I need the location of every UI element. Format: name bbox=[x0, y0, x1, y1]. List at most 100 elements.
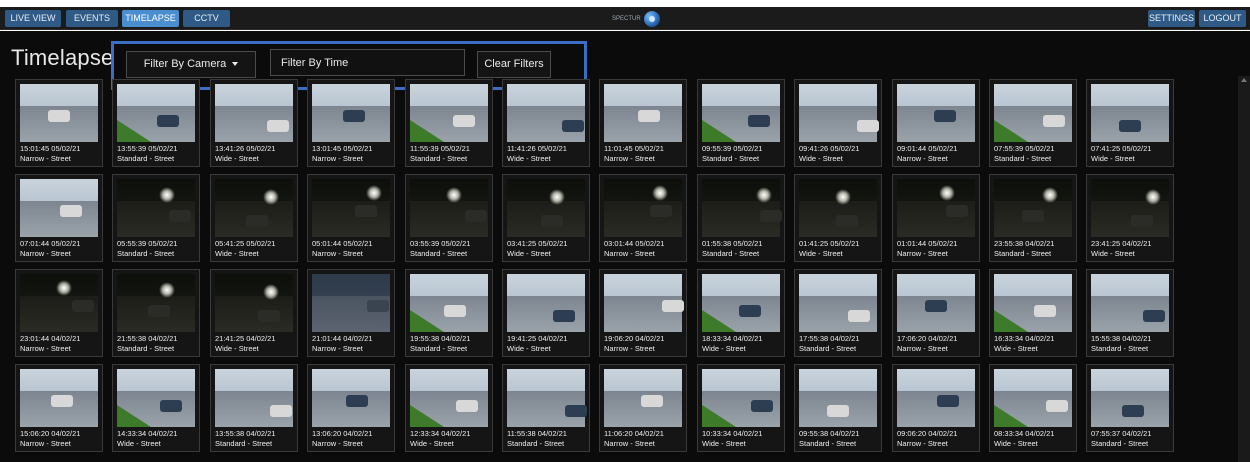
tab-events[interactable]: EVENTS bbox=[66, 10, 118, 27]
timelapse-thumbnail[interactable]: 12:33:34 04/02/21 Wide - Street bbox=[405, 364, 493, 452]
camera-snapshot-image bbox=[507, 179, 585, 237]
timelapse-thumbnail[interactable]: 05:41:25 05/02/21 Wide - Street bbox=[210, 174, 298, 262]
timelapse-thumbnail[interactable]: 23:41:25 04/02/21 Wide - Street bbox=[1086, 174, 1174, 262]
clear-filters-button[interactable]: Clear Filters bbox=[477, 51, 551, 78]
thumbnail-camera-name: Wide - Street bbox=[994, 344, 1038, 353]
camera-snapshot-image bbox=[410, 369, 488, 427]
timelapse-thumbnail[interactable]: 05:55:39 05/02/21 Standard - Street bbox=[112, 174, 200, 262]
timelapse-thumbnail[interactable]: 19:41:25 04/02/21 Wide - Street bbox=[502, 269, 590, 357]
thumbnail-camera-name: Standard - Street bbox=[117, 249, 175, 258]
timelapse-thumbnail[interactable]: 01:55:38 05/02/21 Standard - Street bbox=[697, 174, 785, 262]
tab-live-view[interactable]: LIVE VIEW bbox=[5, 10, 61, 27]
thumbnail-timestamp: 07:41:25 05/02/21 bbox=[1091, 144, 1152, 153]
timelapse-thumbnail[interactable]: 07:41:25 05/02/21 Wide - Street bbox=[1086, 79, 1174, 167]
timelapse-thumbnail[interactable]: 09:55:38 04/02/21 Standard - Street bbox=[794, 364, 882, 452]
thumbnail-camera-name: Standard - Street bbox=[1091, 344, 1149, 353]
thumbnail-camera-name: Narrow - Street bbox=[312, 154, 363, 163]
thumbnail-timestamp: 23:41:25 04/02/21 bbox=[1091, 239, 1152, 248]
timelapse-thumbnail[interactable]: 05:01:44 05/02/21 Narrow - Street bbox=[307, 174, 395, 262]
thumbnail-timestamp: 17:06:20 04/02/21 bbox=[897, 334, 958, 343]
thumbnail-timestamp: 05:41:25 05/02/21 bbox=[215, 239, 276, 248]
logout-button[interactable]: LOGOUT bbox=[1199, 10, 1246, 27]
timelapse-thumbnail[interactable]: 15:01:45 05/02/21 Narrow - Street bbox=[15, 79, 103, 167]
timelapse-grid: 15:01:45 05/02/21 Narrow - Street 13:55:39… bbox=[15, 79, 1175, 462]
timelapse-thumbnail[interactable]: 13:01:45 05/02/21 Narrow - Street bbox=[307, 79, 395, 167]
timelapse-thumbnail[interactable]: 23:01:44 04/02/21 Narrow - Street bbox=[15, 269, 103, 357]
tab-cctv[interactable]: CCTV bbox=[183, 10, 230, 27]
thumbnail-timestamp: 09:55:39 05/02/21 bbox=[702, 144, 763, 153]
brand-globe-icon bbox=[643, 11, 660, 27]
timelapse-thumbnail[interactable]: 21:01:44 04/02/21 Narrow - Street bbox=[307, 269, 395, 357]
timelapse-thumbnail[interactable]: 11:01:45 05/02/21 Narrow - Street bbox=[599, 79, 687, 167]
scroll-up-arrow-icon[interactable] bbox=[1241, 78, 1247, 82]
thumbnail-camera-name: Standard - Street bbox=[994, 154, 1052, 163]
timelapse-thumbnail[interactable]: 13:06:20 04/02/21 Narrow - Street bbox=[307, 364, 395, 452]
timelapse-thumbnail[interactable]: 09:55:39 05/02/21 Standard - Street bbox=[697, 79, 785, 167]
page-title: Timelapse bbox=[11, 45, 114, 70]
tab-timelapse[interactable]: TIMELAPSE bbox=[122, 10, 179, 27]
camera-snapshot-image bbox=[215, 369, 293, 427]
camera-snapshot-image bbox=[1091, 179, 1169, 237]
camera-snapshot-image bbox=[799, 84, 879, 142]
timelapse-thumbnail[interactable]: 16:33:34 04/02/21 Wide - Street bbox=[989, 269, 1077, 357]
thumbnail-camera-name: Standard - Street bbox=[799, 439, 857, 448]
timelapse-thumbnail[interactable]: 07:01:44 05/02/21 Narrow - Street bbox=[15, 174, 103, 262]
thumbnail-timestamp: 13:55:38 04/02/21 bbox=[215, 429, 276, 438]
thumbnail-camera-name: Standard - Street bbox=[702, 154, 760, 163]
timelapse-thumbnail[interactable]: 13:55:39 05/02/21 Standard - Street bbox=[112, 79, 200, 167]
thumbnail-camera-name: Wide - Street bbox=[117, 439, 161, 448]
thumbnail-camera-name: Wide - Street bbox=[702, 439, 746, 448]
filter-by-camera-dropdown[interactable]: Filter By Camera bbox=[126, 51, 256, 78]
thumbnail-camera-name: Standard - Street bbox=[410, 154, 468, 163]
thumbnail-timestamp: 01:01:44 05/02/21 bbox=[897, 239, 958, 248]
timelapse-thumbnail[interactable]: 11:55:38 04/02/21 Standard - Street bbox=[502, 364, 590, 452]
timelapse-thumbnail[interactable]: 10:33:34 04/02/21 Wide - Street bbox=[697, 364, 785, 452]
thumbnail-timestamp: 07:55:37 04/02/21 bbox=[1091, 429, 1152, 438]
vertical-scrollbar[interactable] bbox=[1238, 76, 1250, 462]
timelapse-thumbnail[interactable]: 23:55:38 04/02/21 Standard - Street bbox=[989, 174, 1077, 262]
thumbnail-camera-name: Wide - Street bbox=[702, 344, 746, 353]
timelapse-thumbnail[interactable]: 17:55:38 04/02/21 Standard - Street bbox=[794, 269, 882, 357]
timelapse-thumbnail[interactable]: 08:33:34 04/02/21 Wide - Street bbox=[989, 364, 1077, 452]
timelapse-thumbnail[interactable]: 01:41:25 05/02/21 Wide - Street bbox=[794, 174, 882, 262]
timelapse-thumbnail[interactable]: 11:41:26 05/02/21 Wide - Street bbox=[502, 79, 590, 167]
timelapse-thumbnail[interactable]: 21:55:38 04/02/21 Standard - Street bbox=[112, 269, 200, 357]
camera-snapshot-image bbox=[604, 274, 684, 332]
timelapse-thumbnail[interactable]: 07:55:37 04/02/21 Standard - Street bbox=[1086, 364, 1174, 452]
thumbnail-camera-name: Narrow - Street bbox=[20, 344, 71, 353]
camera-snapshot-image bbox=[604, 369, 682, 427]
timelapse-thumbnail[interactable]: 18:33:34 04/02/21 Wide - Street bbox=[697, 269, 785, 357]
timelapse-thumbnail[interactable]: 09:06:20 04/02/21 Narrow - Street bbox=[892, 364, 980, 452]
filter-by-time-input[interactable] bbox=[270, 49, 465, 76]
thumbnail-timestamp: 11:06:20 04/02/21 bbox=[604, 429, 664, 438]
timelapse-thumbnail[interactable]: 17:06:20 04/02/21 Narrow - Street bbox=[892, 269, 980, 357]
thumbnail-timestamp: 09:06:20 04/02/21 bbox=[897, 429, 958, 438]
camera-snapshot-image bbox=[507, 84, 585, 142]
thumbnail-camera-name: Standard - Street bbox=[507, 439, 565, 448]
thumbnail-camera-name: Wide - Street bbox=[1091, 154, 1135, 163]
timelapse-thumbnail[interactable]: 07:55:39 05/02/21 Standard - Street bbox=[989, 79, 1077, 167]
camera-snapshot-image bbox=[604, 179, 682, 237]
camera-snapshot-image bbox=[20, 179, 98, 237]
top-nav-bar: LIVE VIEW EVENTS TIMELAPSE CCTV SPECTUR … bbox=[0, 7, 1250, 30]
timelapse-thumbnail[interactable]: 15:55:38 04/02/21 Standard - Street bbox=[1086, 269, 1174, 357]
camera-snapshot-image bbox=[507, 369, 587, 427]
timelapse-thumbnail[interactable]: 15:06:20 04/02/21 Narrow - Street bbox=[15, 364, 103, 452]
timelapse-thumbnail[interactable]: 21:41:25 04/02/21 Wide - Street bbox=[210, 269, 298, 357]
camera-snapshot-image bbox=[994, 274, 1072, 332]
timelapse-thumbnail[interactable]: 03:01:44 05/02/21 Narrow - Street bbox=[599, 174, 687, 262]
timelapse-thumbnail[interactable]: 19:55:38 04/02/21 Standard - Street bbox=[405, 269, 493, 357]
timelapse-thumbnail[interactable]: 13:55:38 04/02/21 Standard - Street bbox=[210, 364, 298, 452]
timelapse-thumbnail[interactable]: 09:41:26 05/02/21 Wide - Street bbox=[794, 79, 882, 167]
timelapse-thumbnail[interactable]: 11:55:39 05/02/21 Standard - Street bbox=[405, 79, 493, 167]
timelapse-thumbnail[interactable]: 03:55:39 05/02/21 Standard - Street bbox=[405, 174, 493, 262]
settings-button[interactable]: SETTINGS bbox=[1148, 10, 1195, 27]
timelapse-thumbnail[interactable]: 14:33:34 04/02/21 Wide - Street bbox=[112, 364, 200, 452]
timelapse-thumbnail[interactable]: 09:01:44 05/02/21 Narrow - Street bbox=[892, 79, 980, 167]
timelapse-thumbnail[interactable]: 19:06:20 04/02/21 Narrow - Street bbox=[599, 269, 687, 357]
timelapse-thumbnail[interactable]: 13:41:26 05/02/21 Wide - Street bbox=[210, 79, 298, 167]
camera-snapshot-image bbox=[410, 274, 488, 332]
timelapse-thumbnail[interactable]: 11:06:20 04/02/21 Narrow - Street bbox=[599, 364, 687, 452]
timelapse-thumbnail[interactable]: 01:01:44 05/02/21 Narrow - Street bbox=[892, 174, 980, 262]
timelapse-thumbnail[interactable]: 03:41:25 05/02/21 Wide - Street bbox=[502, 174, 590, 262]
